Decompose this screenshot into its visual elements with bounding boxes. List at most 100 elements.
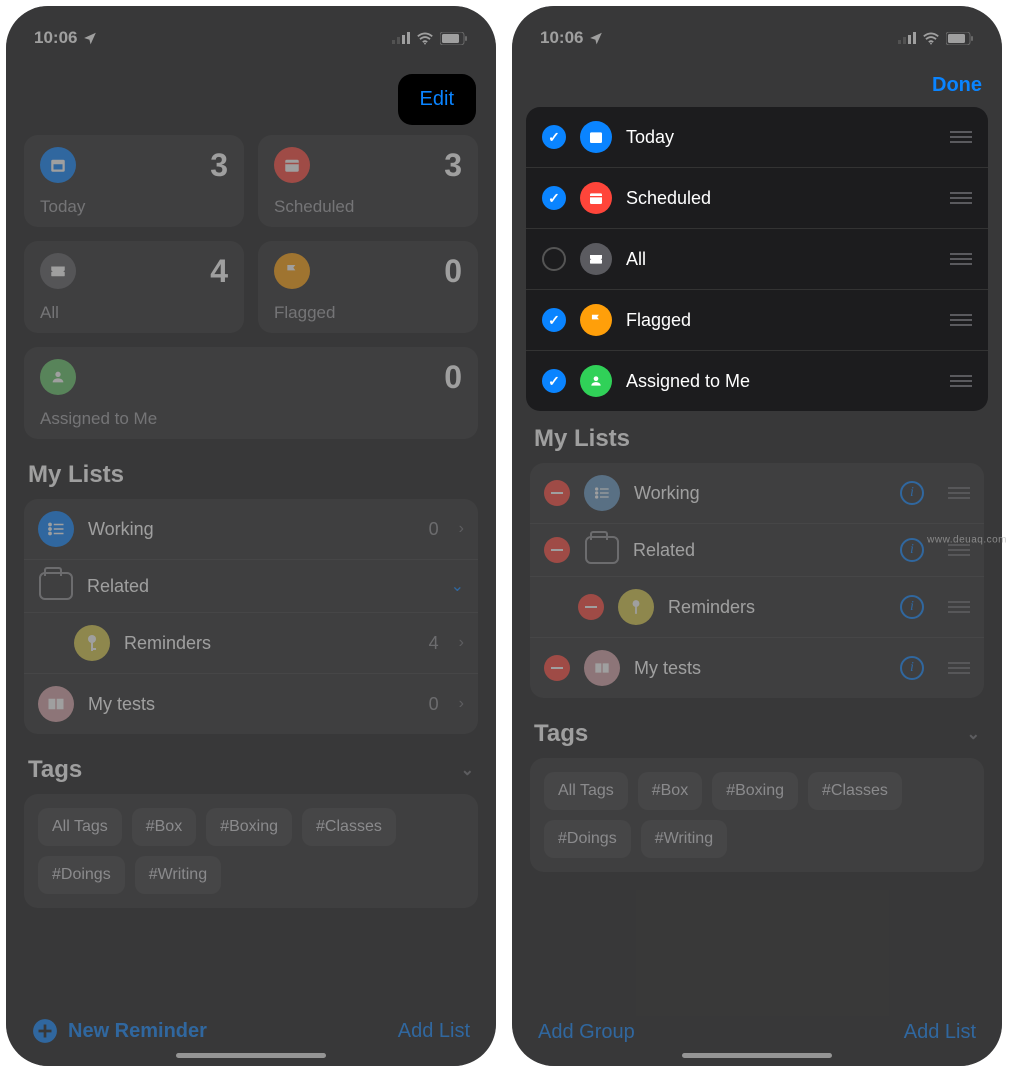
- drag-handle-icon[interactable]: [950, 253, 972, 265]
- smartlist-assigned[interactable]: Assigned to Me: [526, 351, 988, 411]
- home-indicator[interactable]: [176, 1053, 326, 1058]
- card-today-label: Today: [40, 197, 228, 217]
- tag-item[interactable]: #Classes: [808, 772, 902, 810]
- tag-item[interactable]: #Writing: [135, 856, 221, 894]
- chevron-right-icon: ›: [459, 520, 464, 538]
- chevron-down-icon[interactable]: ⌄: [461, 760, 474, 780]
- mylists-title: My Lists: [28, 461, 474, 489]
- status-time: 10:06: [34, 28, 77, 48]
- smartlist-all[interactable]: All: [526, 229, 988, 290]
- tag-item[interactable]: All Tags: [38, 808, 122, 846]
- card-assigned-label: Assigned to Me: [40, 409, 462, 429]
- drag-handle-icon[interactable]: [948, 662, 970, 674]
- drag-handle-icon[interactable]: [950, 192, 972, 204]
- list-related[interactable]: Related ⌄: [24, 560, 478, 613]
- tray-icon: [40, 253, 76, 289]
- card-all[interactable]: 4 All: [24, 241, 244, 333]
- new-reminder-button[interactable]: New Reminder: [32, 1018, 207, 1044]
- add-group-button[interactable]: Add Group: [538, 1021, 635, 1044]
- tags-box: All Tags #Box #Boxing #Classes #Doings #…: [24, 794, 478, 908]
- add-list-button[interactable]: Add List: [398, 1020, 470, 1043]
- battery-icon: [440, 32, 468, 45]
- bottom-toolbar: New Reminder Add List: [6, 1018, 496, 1044]
- info-icon[interactable]: [900, 656, 924, 680]
- editlist-label: My tests: [634, 658, 886, 679]
- folder-icon: [585, 536, 619, 564]
- card-today[interactable]: 3 Today: [24, 135, 244, 227]
- checkbox-icon[interactable]: [542, 186, 566, 210]
- editlist-label: Working: [634, 483, 886, 504]
- checkbox-icon[interactable]: [542, 247, 566, 271]
- tag-item[interactable]: All Tags: [544, 772, 628, 810]
- delete-icon[interactable]: [544, 537, 570, 563]
- edit-button[interactable]: Edit: [420, 88, 454, 111]
- editlist-mytests[interactable]: My tests: [530, 638, 984, 698]
- checkbox-icon[interactable]: [542, 308, 566, 332]
- tag-item[interactable]: #Boxing: [712, 772, 798, 810]
- card-scheduled[interactable]: 3 Scheduled: [258, 135, 478, 227]
- tag-item[interactable]: #Doings: [38, 856, 125, 894]
- smartlist-label: Flagged: [626, 310, 936, 331]
- list-working[interactable]: Working 0 ›: [24, 499, 478, 560]
- wifi-icon: [922, 32, 940, 45]
- calendar-icon: [274, 147, 310, 183]
- chevron-down-icon[interactable]: ⌄: [451, 576, 464, 596]
- info-icon[interactable]: [900, 481, 924, 505]
- card-scheduled-count: 3: [444, 147, 462, 184]
- delete-icon[interactable]: [544, 480, 570, 506]
- drag-handle-icon[interactable]: [948, 487, 970, 499]
- delete-icon[interactable]: [578, 594, 604, 620]
- smartlist-scheduled[interactable]: Scheduled: [526, 168, 988, 229]
- calendar-icon: [580, 182, 612, 214]
- chevron-down-icon[interactable]: ⌄: [967, 724, 980, 744]
- checkbox-icon[interactable]: [542, 125, 566, 149]
- tag-item[interactable]: #Doings: [544, 820, 631, 858]
- smartlist-label: Scheduled: [626, 188, 936, 209]
- mylists-edit-container: Working Related Reminders: [530, 463, 984, 698]
- card-flagged[interactable]: 0 Flagged: [258, 241, 478, 333]
- status-bar: 10:06: [6, 6, 496, 56]
- tag-item[interactable]: #Box: [638, 772, 702, 810]
- info-icon[interactable]: [900, 595, 924, 619]
- mylists-container: Working 0 › Related ⌄ Reminders 4 ›: [24, 499, 478, 734]
- drag-handle-icon[interactable]: [948, 544, 970, 556]
- drag-handle-icon[interactable]: [950, 375, 972, 387]
- nav-bar: Done: [512, 56, 1002, 107]
- delete-icon[interactable]: [544, 655, 570, 681]
- smartlist-label: Today: [626, 127, 936, 148]
- list-reminders[interactable]: Reminders 4 ›: [24, 613, 478, 674]
- list-working-count: 0: [429, 519, 439, 540]
- drag-handle-icon[interactable]: [950, 314, 972, 326]
- editlist-working[interactable]: Working: [530, 463, 984, 524]
- checkbox-icon[interactable]: [542, 369, 566, 393]
- home-indicator[interactable]: [682, 1053, 832, 1058]
- list-mytests-count: 0: [429, 694, 439, 715]
- tag-item[interactable]: #Classes: [302, 808, 396, 846]
- tag-item[interactable]: #Box: [132, 808, 196, 846]
- location-arrow-icon: [589, 31, 603, 45]
- watermark: www.deuaq.com: [927, 534, 1007, 545]
- person-icon: [580, 365, 612, 397]
- done-button[interactable]: Done: [932, 74, 982, 97]
- tag-item[interactable]: #Writing: [641, 820, 727, 858]
- smart-lists-panel: Today Scheduled All Flagged: [526, 107, 988, 411]
- add-list-button[interactable]: Add List: [904, 1021, 976, 1044]
- editlist-reminders[interactable]: Reminders: [530, 577, 984, 638]
- wifi-icon: [416, 32, 434, 45]
- list-mytests-label: My tests: [88, 694, 415, 715]
- editlist-related[interactable]: Related: [530, 524, 984, 577]
- card-assigned[interactable]: 0 Assigned to Me: [24, 347, 478, 439]
- tags-title: Tags: [534, 720, 588, 748]
- list-mytests[interactable]: My tests 0 ›: [24, 674, 478, 734]
- drag-handle-icon[interactable]: [950, 131, 972, 143]
- info-icon[interactable]: [900, 538, 924, 562]
- drag-handle-icon[interactable]: [948, 601, 970, 613]
- card-flagged-label: Flagged: [274, 303, 462, 323]
- smartlist-today[interactable]: Today: [526, 107, 988, 168]
- smartlist-flagged[interactable]: Flagged: [526, 290, 988, 351]
- tag-item[interactable]: #Boxing: [206, 808, 292, 846]
- editlist-label: Related: [633, 540, 886, 561]
- card-all-count: 4: [210, 253, 228, 290]
- nav-bar: Edit: [6, 56, 496, 135]
- list-reminders-count: 4: [429, 633, 439, 654]
